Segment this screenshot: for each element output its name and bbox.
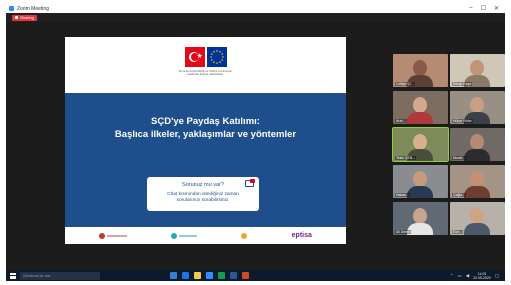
sun-logo-icon — [241, 232, 248, 239]
title-band: SÇD'ye Paydaş Katılımı: Başlıca ilkeler,… — [65, 93, 346, 236]
eu-flag-icon — [206, 47, 227, 67]
edge-icon[interactable] — [182, 272, 189, 279]
share-screen-icon — [15, 16, 18, 19]
participant-name: Hakan... — [395, 193, 411, 197]
partner-logo-2 — [171, 232, 198, 239]
participant-tile[interactable]: Murat... — [450, 128, 505, 161]
window-controls: – ☐ ✕ — [469, 5, 499, 12]
minimize-button[interactable]: – — [469, 5, 472, 12]
participant-name: Hülya Yıldız — [452, 119, 473, 123]
participant-name: Murat... — [452, 156, 466, 160]
partner-logo-eptisa: eptisa — [292, 232, 312, 239]
notification-chevron-icon[interactable]: ⌃ — [450, 273, 454, 279]
note-question: Sorunuz mu var? — [182, 182, 224, 188]
drop-logo-icon — [171, 232, 178, 239]
maximize-button[interactable]: ☐ — [481, 5, 486, 12]
ministry-seal-icon — [99, 232, 106, 239]
participant-tile[interactable]: Ali Demir — [393, 202, 448, 235]
task-view-icon[interactable] — [170, 272, 177, 279]
share-bar: Sharing — [6, 13, 505, 22]
participant-tile[interactable]: Serap Kaya — [450, 54, 505, 87]
taskbar-apps — [170, 272, 249, 279]
chat-icon — [245, 179, 255, 187]
participant-tile[interactable]: Arzu... — [393, 91, 448, 124]
participant-name: Ali Demir — [395, 230, 412, 234]
system-tray: ⌃ ▭ ◀ 11:03 22.05.2020 ▢ — [450, 272, 499, 280]
title-bar: Zoom Meeting – ☐ ✕ — [6, 4, 505, 13]
participant-name: Serap Kaya — [452, 82, 473, 86]
partner-logo-1 — [99, 232, 128, 239]
zoom-icon — [9, 6, 14, 11]
excel-icon[interactable] — [218, 272, 225, 279]
logo-row: ★ Bu proje Avrupa Birliği ve Türkiye Cum… — [65, 47, 346, 85]
note-line2: sorularınızı sorabilirsiniz. — [176, 198, 230, 203]
close-button[interactable]: ✕ — [494, 5, 499, 12]
participant-tile[interactable]: Çağla... — [450, 165, 505, 198]
slide-title: SÇD'ye Paydaş Katılımı: Başlıca ilkeler,… — [65, 115, 346, 141]
participant-name: Arzu... — [395, 119, 408, 123]
participant-tile[interactable]: Ece... — [450, 202, 505, 235]
slide-title-line1: SÇD'ye Paydaş Katılımı: — [151, 116, 260, 127]
window-title: Zoom Meeting — [17, 5, 49, 12]
volume-icon[interactable]: ◀ — [466, 273, 469, 279]
funding-caption-line2: tarafından finanse edilmektedir. — [187, 73, 224, 77]
word-icon[interactable] — [230, 272, 237, 279]
participant-name: Çağla... — [452, 193, 467, 197]
funding-caption: Bu proje Avrupa Birliği ve Türkiye Cumhu… — [65, 70, 346, 76]
zoom-window: Zoom Meeting – ☐ ✕ Sharing ★ Bu proje Av… — [6, 4, 505, 281]
shared-slide: ★ Bu proje Avrupa Birliği ve Türkiye Cum… — [65, 37, 346, 244]
participant-tile[interactable]: Hülya Yıldız — [450, 91, 505, 124]
participant-name: Ece... — [452, 230, 463, 234]
question-note: Sorunuz mu var? Chat kısmından istediğin… — [147, 177, 259, 211]
participant-tile[interactable]: Lütfiye Şİ... — [393, 54, 448, 87]
turkey-flag-icon: ★ — [184, 47, 205, 67]
powerpoint-icon[interactable] — [242, 272, 249, 279]
windows-taskbar: Windows'ta ara ⌃ ▭ ◀ 11:03 22.05.2020 ▢ — [6, 270, 505, 281]
action-center-icon[interactable]: ▢ — [495, 273, 499, 279]
participant-name: Tekin ŞEN... — [395, 156, 417, 160]
network-icon[interactable]: ▭ — [457, 273, 461, 279]
search-placeholder: Windows'ta ara — [23, 273, 51, 278]
windows-start-icon[interactable] — [10, 272, 16, 279]
partner-logo-3 — [241, 232, 248, 239]
active-speaker-tile[interactable]: Tekin ŞEN... — [392, 127, 449, 162]
file-explorer-icon[interactable] — [194, 272, 201, 279]
taskbar-search[interactable]: Windows'ta ara — [20, 271, 100, 280]
participant-gallery: Lütfiye Şİ... Serap Kaya Arzu... Hülya Y… — [391, 54, 505, 238]
zoom-app-icon[interactable] — [206, 272, 213, 279]
clock[interactable]: 11:03 22.05.2020 — [473, 272, 491, 280]
participant-name: Lütfiye Şİ... — [395, 82, 415, 86]
sharing-label: Sharing — [20, 15, 34, 20]
eptisa-logo: eptisa — [291, 232, 312, 239]
participant-tile[interactable]: Hakan... — [393, 165, 448, 198]
partner-logos: eptisa — [65, 227, 346, 244]
slide-title-line2: Başlıca ilkeler, yaklaşımlar ve yöntemle… — [114, 129, 297, 140]
clock-date: 22.05.2020 — [473, 275, 491, 280]
sharing-indicator[interactable]: Sharing — [12, 14, 37, 21]
note-text: Chat kısmından istediğiniz zaman sorular… — [147, 192, 259, 204]
